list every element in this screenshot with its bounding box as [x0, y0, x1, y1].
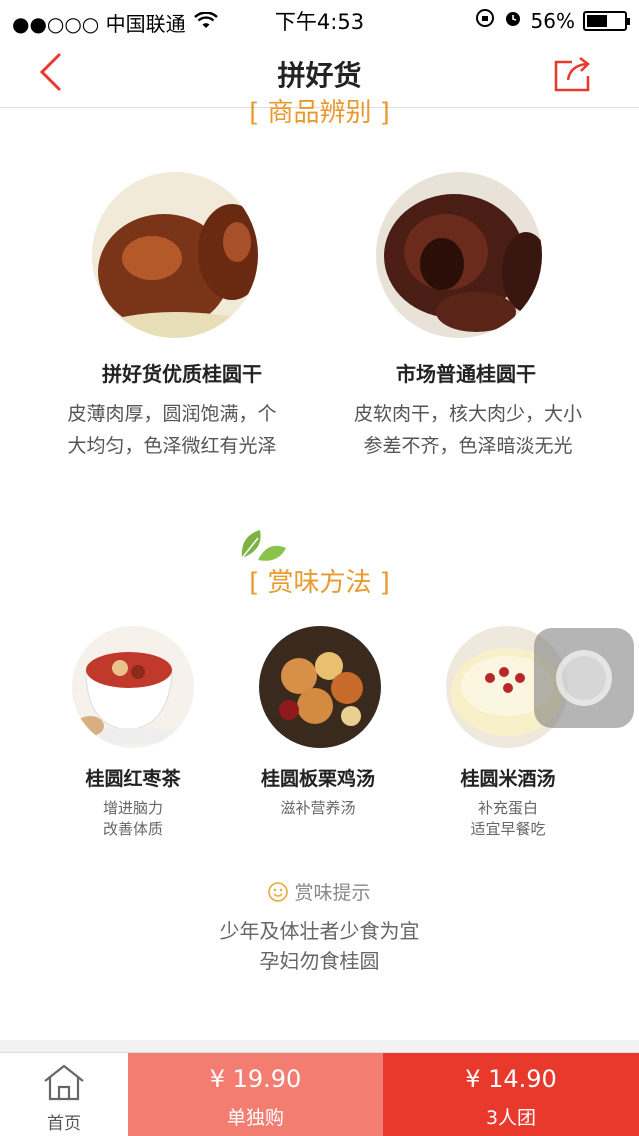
premium-longan-image [92, 172, 258, 338]
common-product-desc: 皮软肉干，核大肉少，大小 参差不齐，色泽暗淡无光 [328, 398, 608, 462]
leaf-icon [238, 528, 288, 562]
longan-date-tea-image [72, 626, 194, 748]
single-label: 单独购 [226, 1107, 284, 1129]
common-product-name: 市场普通桂圆干 [396, 362, 536, 386]
bottom-bar: 首页 ¥ 19.90 单独购 ¥ 14.90 3人团 [0, 1052, 639, 1136]
tips-title-row: 赏味提示 [0, 878, 639, 907]
tips-line2: 孕妇勿食桂圆 [259, 949, 380, 973]
battery-icon [583, 10, 630, 31]
buy-group-button[interactable]: ¥ 14.90 3人团 [383, 1053, 639, 1136]
assistive-touch-button[interactable] [534, 628, 634, 728]
common-longan-image [376, 172, 542, 338]
home-button[interactable]: 首页 [0, 1053, 128, 1136]
tips-title: 赏味提示 [294, 882, 371, 904]
single-price: ¥ 19.90 [209, 1065, 302, 1093]
recipes-section-title: [ 赏味方法 ] [249, 568, 390, 598]
dish-name-1: 桂圆红枣茶 [85, 768, 181, 790]
rotation-lock-icon [475, 8, 495, 33]
dish-desc-1-line1: 增进脑力 [102, 799, 163, 817]
smiley-icon [268, 882, 289, 907]
common-desc-line1: 皮软肉干，核大肉少，大小 [353, 403, 582, 425]
battery-percent: 56% [530, 8, 575, 33]
common-desc-line2: 参差不齐，色泽暗淡无光 [363, 435, 573, 457]
dish-name-3: 桂圆米酒汤 [460, 768, 556, 790]
dish-desc-1-line2: 改善体质 [102, 820, 163, 838]
tips-line1: 少年及体壮者少食为宜 [219, 919, 420, 943]
group-price: ¥ 14.90 [465, 1065, 557, 1093]
premium-product-desc: 皮薄肉厚，圆润饱满，个 大均匀，色泽微红有光泽 [42, 398, 302, 462]
section-divider [0, 1040, 639, 1052]
dish-name-2: 桂圆板栗鸡汤 [260, 768, 375, 790]
group-label: 3人团 [485, 1107, 537, 1129]
share-button[interactable] [552, 54, 596, 94]
compare-section-title: [ 商品辨别 ] [249, 98, 390, 128]
dish-desc-2-line1: 滋补营养汤 [280, 799, 356, 817]
buy-single-button[interactable]: ¥ 19.90 单独购 [128, 1053, 383, 1136]
page-title: 拼好货 [277, 59, 362, 92]
tips-text: 少年及体壮者少食为宜 孕妇勿食桂圆 [0, 916, 639, 976]
dish-desc-2: 滋补营养汤 [218, 798, 418, 819]
home-label: 首页 [47, 1114, 81, 1134]
share-icon [554, 57, 590, 92]
premium-desc-line1: 皮薄肉厚，圆润饱满，个 [67, 403, 277, 425]
dish-desc-3-line2: 适宜早餐吃 [470, 820, 546, 838]
premium-product-name: 拼好货优质桂圆干 [102, 362, 262, 386]
premium-desc-line2: 大均匀，色泽微红有光泽 [67, 435, 277, 457]
status-bar: ●●○○○ 中国联通 下午4:53 56% [0, 0, 639, 40]
dish-desc-3: 补充蛋白 适宜早餐吃 [408, 798, 608, 840]
assistive-touch-icon [556, 650, 612, 706]
alarm-icon [503, 8, 523, 33]
dish-desc-3-line1: 补充蛋白 [477, 799, 538, 817]
home-icon [44, 1064, 84, 1101]
longan-chestnut-soup-image [259, 626, 381, 748]
dish-desc-1: 增进脑力 改善体质 [33, 798, 233, 840]
